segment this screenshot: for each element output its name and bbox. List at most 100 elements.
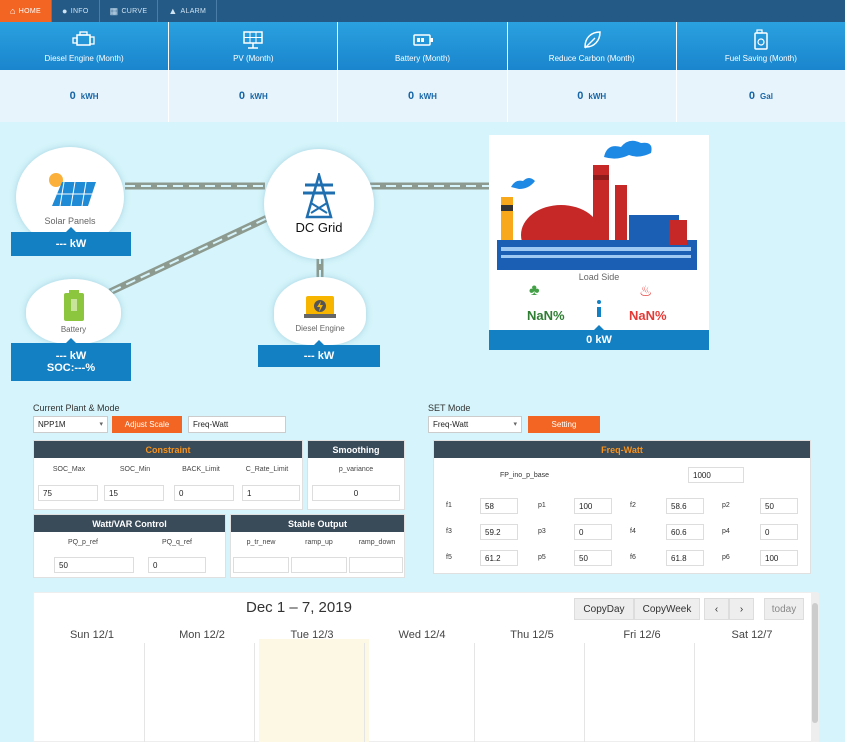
app-frame: ⌂ HOME ● INFO ▦ CURVE ▲ ALARM Diesel Eng… xyxy=(0,0,845,742)
col-p-tr-new: p_tr_new xyxy=(246,539,276,546)
stat-diesel-unit: kWH xyxy=(80,91,99,101)
fw-label-p1: p1 xyxy=(538,502,546,509)
col-ramp-down: ramp_down xyxy=(358,539,396,546)
freq-watt-card: Freq-Watt FP_ino_p_base 1000 f1 58 p1 100 f2… xyxy=(433,440,811,574)
fw-input-p4[interactable]: 0 xyxy=(760,524,798,540)
solar-panel-icon xyxy=(49,173,96,207)
next-button[interactable]: › xyxy=(729,598,754,620)
fw-label-p5: p5 xyxy=(538,554,546,561)
stat-carbon: Reduce Carbon (Month) 0 kWH xyxy=(507,22,677,122)
battery-soc: SOC:---% xyxy=(46,362,96,374)
day-divider xyxy=(364,643,365,742)
tab-home-label: HOME xyxy=(18,7,41,15)
fw-input-p6[interactable]: 100 xyxy=(760,550,798,566)
fw-label-p3: p3 xyxy=(538,528,546,535)
fw-input-p1[interactable]: 100 xyxy=(574,498,612,514)
diesel-label: Diesel Engine xyxy=(295,323,345,333)
fw-input-f4[interactable]: 60.6 xyxy=(666,524,704,540)
fw-input-f5[interactable]: 61.2 xyxy=(480,550,518,566)
scrollbar-thumb[interactable] xyxy=(812,603,818,723)
tab-alarm[interactable]: ▲ ALARM xyxy=(158,0,218,22)
chevron-down-icon: ▾ xyxy=(513,421,517,428)
warning-icon: ▲ xyxy=(168,6,178,16)
scrollbar[interactable] xyxy=(811,593,819,742)
pq-q-ref-input[interactable]: 0 xyxy=(148,557,206,573)
stat-carbon-value: 0 xyxy=(577,90,584,102)
base-input[interactable]: 1000 xyxy=(688,467,744,483)
back-limit-input[interactable]: 0 xyxy=(174,485,234,501)
diesel-node[interactable]: Diesel Engine xyxy=(274,277,366,345)
stat-carbon-name: Reduce Carbon (Month) xyxy=(548,54,635,63)
fw-input-p3[interactable]: 0 xyxy=(574,524,612,540)
battery-icon xyxy=(63,290,84,321)
day-header: Mon 12/2 xyxy=(179,629,225,641)
col-soc-max: SOC_Max xyxy=(52,466,86,473)
fw-input-f6[interactable]: 61.8 xyxy=(666,550,704,566)
stat-fuel-value: 0 xyxy=(748,90,756,102)
fw-input-f1[interactable]: 58 xyxy=(480,498,518,514)
factory-icon xyxy=(497,140,697,270)
day-divider xyxy=(584,643,585,742)
solar-panel-icon xyxy=(243,31,264,49)
load-right-pct: NaN% xyxy=(629,308,667,323)
c-rate-limit-input[interactable]: 1 xyxy=(242,485,300,501)
setting-button[interactable]: Setting xyxy=(528,416,600,433)
fw-input-f2[interactable]: 58.6 xyxy=(666,498,704,514)
plant-select-value: NPP1M xyxy=(38,420,66,429)
stable-output-title: Stable Output xyxy=(231,515,404,532)
day-divider xyxy=(694,643,695,742)
adjust-scale-button[interactable]: Adjust Scale xyxy=(112,416,182,433)
prev-button[interactable]: ‹ xyxy=(704,598,729,620)
diesel-value-box: --- kW xyxy=(258,340,380,367)
pq-p-ref-input[interactable]: 50 xyxy=(54,557,134,573)
tab-info[interactable]: ● INFO xyxy=(52,0,100,22)
day-divider xyxy=(144,643,145,742)
copy-day-button[interactable]: CopyDay xyxy=(574,598,634,620)
calendar-title: Dec 1 – 7, 2019 xyxy=(246,599,352,616)
p-tr-new-input[interactable] xyxy=(233,557,289,573)
soc-min-input[interactable]: 15 xyxy=(104,485,164,501)
fw-label-f1: f1 xyxy=(446,502,452,509)
stat-battery-name: Battery (Month) xyxy=(394,54,451,63)
smoothing-card: Smoothing p_variance 0 xyxy=(307,440,405,510)
stat-battery-value: 0 xyxy=(408,90,415,102)
fw-label-f4: f4 xyxy=(630,528,636,535)
fuel-can-icon xyxy=(754,29,768,50)
home-icon: ⌂ xyxy=(10,6,16,16)
fw-input-p2[interactable]: 50 xyxy=(760,498,798,514)
load-value-box: 0 kW xyxy=(489,325,709,350)
ramp-down-input[interactable] xyxy=(349,557,403,573)
copy-week-button[interactable]: CopyWeek xyxy=(634,598,700,620)
fw-input-p5[interactable]: 50 xyxy=(574,550,612,566)
divider-icon xyxy=(597,300,601,320)
constraint-card: Constraint SOC_Max SOC_Min BACK_Limit C_… xyxy=(33,440,303,510)
set-mode-title: SET Mode xyxy=(428,403,471,413)
fw-label-p2: p2 xyxy=(722,502,730,509)
battery-icon xyxy=(412,34,433,46)
stat-diesel-name: Diesel Engine (Month) xyxy=(44,54,124,63)
battery-node[interactable]: Battery xyxy=(26,279,121,344)
soc-max-input[interactable]: 75 xyxy=(38,485,98,501)
tab-curve[interactable]: ▦ CURVE xyxy=(100,0,159,22)
diesel-value: --- kW xyxy=(303,350,335,362)
fw-input-f3[interactable]: 59.2 xyxy=(480,524,518,540)
stat-pv-name: PV (Month) xyxy=(233,54,274,63)
smoothing-title: Smoothing xyxy=(308,441,404,458)
day-divider xyxy=(474,643,475,742)
p-variance-input[interactable]: 0 xyxy=(312,485,400,501)
col-pq-q-ref: PQ_q_ref xyxy=(162,539,192,546)
load-left-pct: NaN% xyxy=(527,308,565,323)
engine-icon xyxy=(304,295,336,318)
today-button[interactable]: today xyxy=(764,598,804,620)
plant-select[interactable]: NPP1M ▾ xyxy=(33,416,108,433)
solar-value-box: --- kW xyxy=(11,227,131,256)
grid-node[interactable]: DC Grid xyxy=(264,149,374,259)
tab-home[interactable]: ⌂ HOME xyxy=(0,0,52,22)
stat-pv-unit: kWH xyxy=(249,91,268,101)
ramp-up-input[interactable] xyxy=(291,557,347,573)
day-header: Fri 12/6 xyxy=(623,629,661,641)
watt-var-card: Watt/VAR Control PQ_p_ref PQ_q_ref 50 0 xyxy=(33,514,226,578)
set-mode-select[interactable]: Freq-Watt ▾ xyxy=(428,416,522,433)
current-mode-field: Freq-Watt xyxy=(188,416,286,433)
top-nav: ⌂ HOME ● INFO ▦ CURVE ▲ ALARM xyxy=(0,0,845,22)
